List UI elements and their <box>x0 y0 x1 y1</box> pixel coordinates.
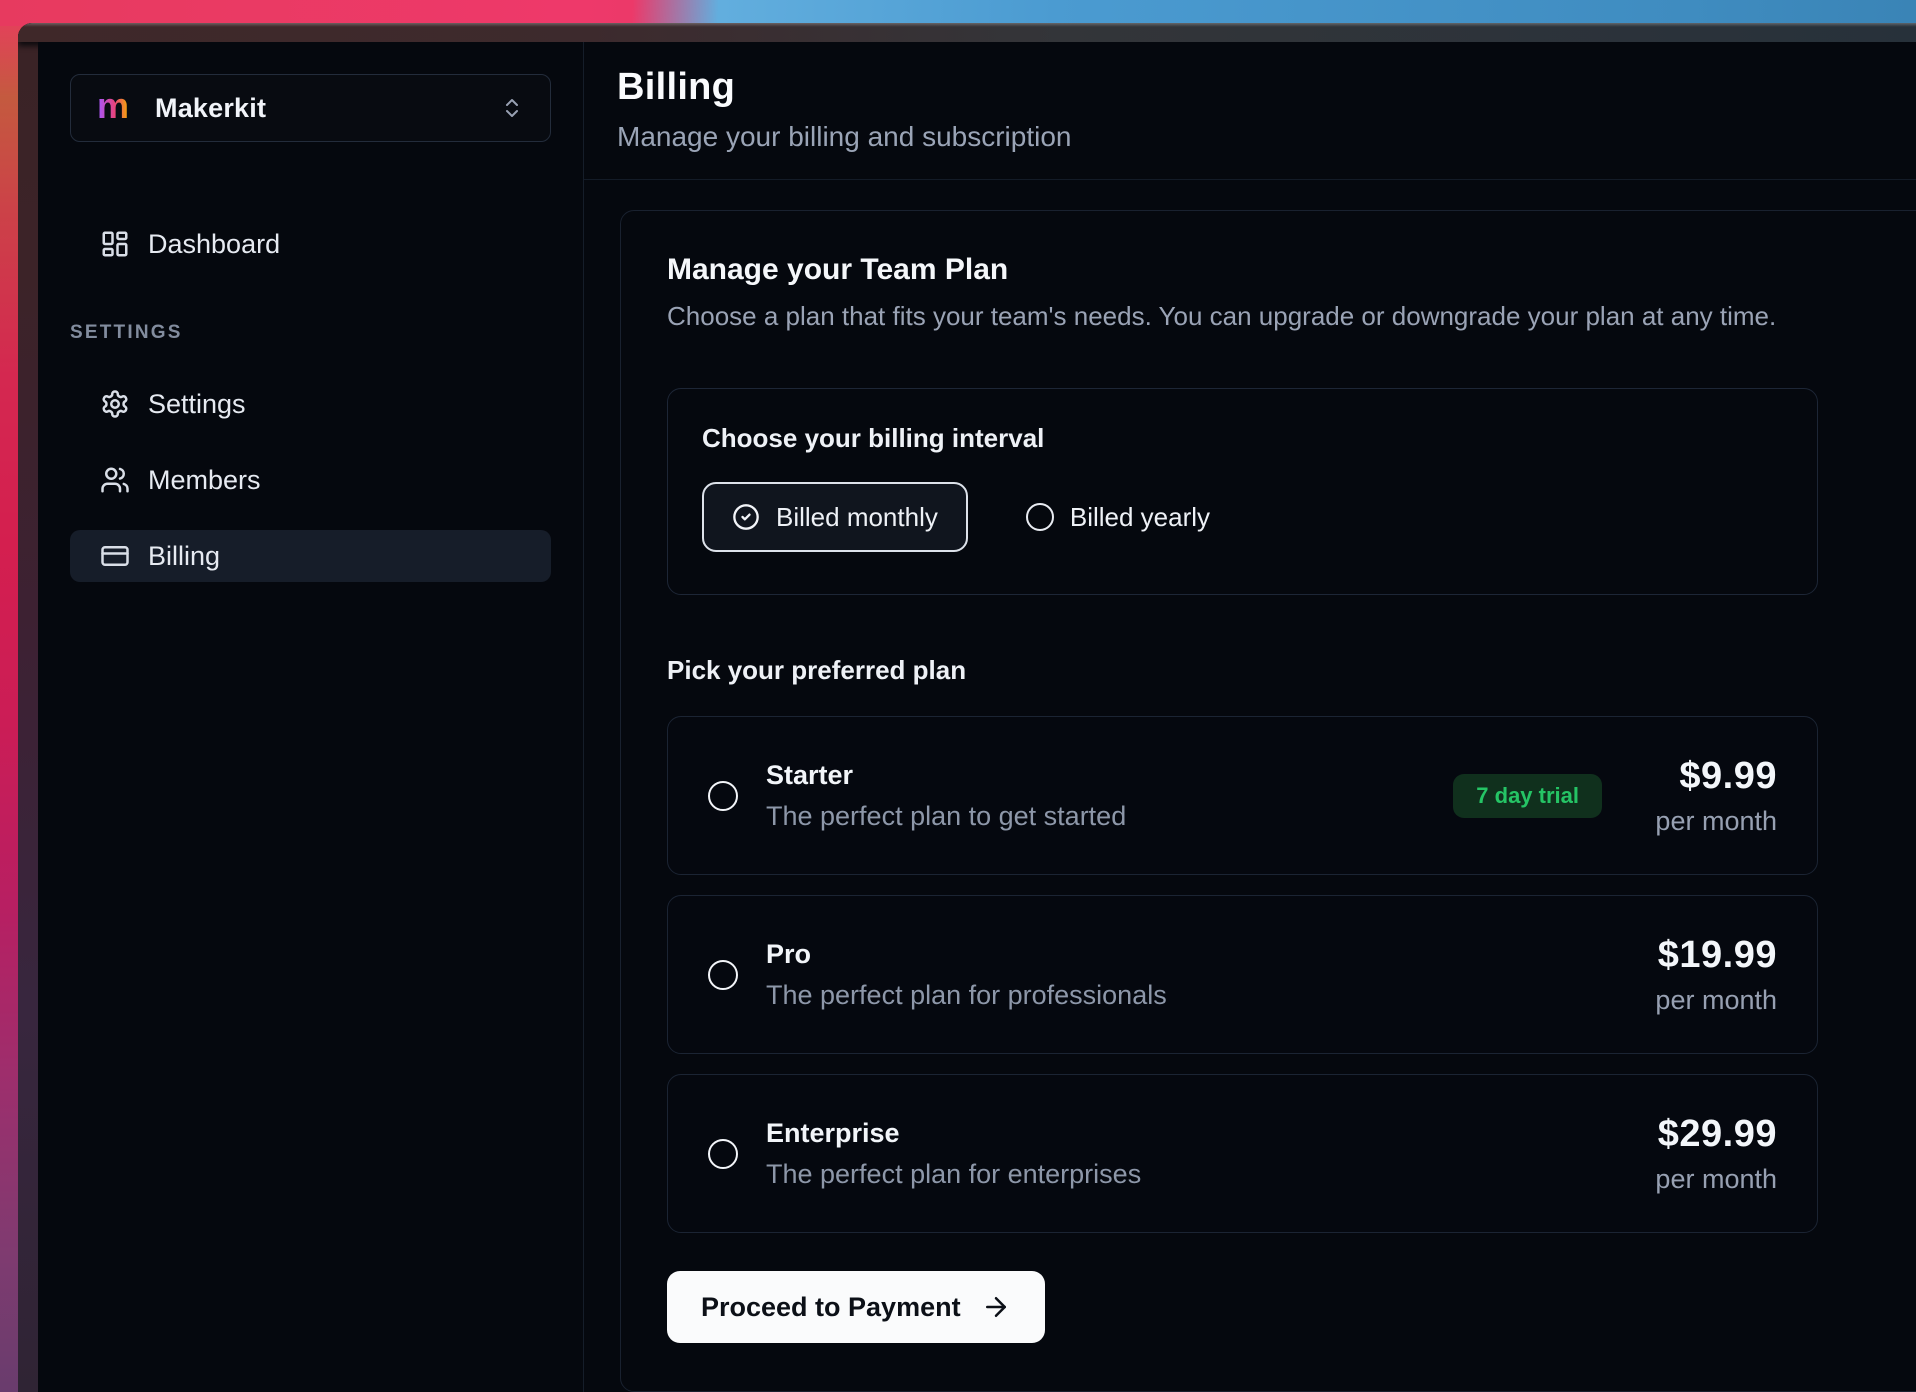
billing-interval-options: Billed monthly Billed yearly <box>702 482 1783 552</box>
sidebar-item-dashboard[interactable]: Dashboard <box>70 218 551 270</box>
plan-description: The perfect plan to get started <box>766 801 1126 832</box>
proceed-to-payment-label: Proceed to Payment <box>701 1292 961 1323</box>
chevrons-up-down-icon <box>500 96 524 120</box>
plan-name: Starter <box>766 760 1126 791</box>
page-content: Manage your Team Plan Choose a plan that… <box>584 180 1916 1392</box>
billed-monthly-option[interactable]: Billed monthly <box>702 482 968 552</box>
plan-period: per month <box>1642 806 1777 837</box>
plan-radio-enterprise[interactable] <box>708 1139 738 1169</box>
plan-pricing: $29.99 per month <box>1642 1113 1777 1195</box>
plan-row-pro[interactable]: Pro The perfect plan for professionals $… <box>667 895 1818 1054</box>
app-root: m Makerkit Dashboard <box>38 42 1916 1392</box>
team-plan-card: Manage your Team Plan Choose a plan that… <box>620 210 1916 1392</box>
layout-dashboard-icon <box>100 229 130 259</box>
sidebar-item-settings[interactable]: Settings <box>70 378 551 430</box>
credit-card-icon <box>100 541 130 571</box>
price-block: $29.99 per month <box>1642 1113 1777 1195</box>
plan-description: The perfect plan for enterprises <box>766 1159 1141 1190</box>
plan-price: $9.99 <box>1642 755 1777 798</box>
plan-price: $29.99 <box>1642 1113 1777 1156</box>
window-title-bar <box>18 23 1916 42</box>
workspace-name: Makerkit <box>155 93 266 124</box>
page-title: Billing <box>617 66 1876 109</box>
price-block: $9.99 per month <box>1642 755 1777 837</box>
plan-pricing: $19.99 per month <box>1642 934 1777 1016</box>
billed-yearly-label: Billed yearly <box>1070 502 1210 533</box>
billing-interval-group: Choose your billing interval Billed mont… <box>667 388 1818 595</box>
main-content: Billing Manage your billing and subscrip… <box>584 42 1916 1392</box>
circle-check-icon <box>732 503 760 531</box>
plan-row-enterprise[interactable]: Enterprise The perfect plan for enterpri… <box>667 1074 1818 1233</box>
users-icon <box>100 465 130 495</box>
sidebar-item-label: Dashboard <box>148 229 280 260</box>
sidebar-item-label: Members <box>148 465 261 496</box>
plan-description: The perfect plan for professionals <box>766 980 1167 1011</box>
plan-period: per month <box>1642 985 1777 1016</box>
plan-name: Enterprise <box>766 1118 1141 1149</box>
plan-period: per month <box>1642 1164 1777 1195</box>
plan-info: Starter The perfect plan to get started <box>766 760 1126 832</box>
window-left-edge <box>18 23 38 1392</box>
price-block: $19.99 per month <box>1642 934 1777 1016</box>
plan-radio-pro[interactable] <box>708 960 738 990</box>
plan-info: Pro The perfect plan for professionals <box>766 939 1167 1011</box>
plan-row-starter[interactable]: Starter The perfect plan to get started … <box>667 716 1818 875</box>
proceed-to-payment-button[interactable]: Proceed to Payment <box>667 1271 1045 1343</box>
sidebar-item-billing[interactable]: Billing <box>70 530 551 582</box>
sidebar-nav: Dashboard SETTINGS Settings <box>70 218 551 582</box>
pick-plan-label: Pick your preferred plan <box>667 655 1818 686</box>
billed-monthly-label: Billed monthly <box>776 502 938 533</box>
page-header: Billing Manage your billing and subscrip… <box>584 42 1916 180</box>
card-title: Manage your Team Plan <box>667 253 1916 287</box>
sidebar-item-label: Billing <box>148 541 220 572</box>
makerkit-logo: m <box>97 88 129 124</box>
app-window: m Makerkit Dashboard <box>18 23 1916 1392</box>
plan-pricing: 7 day trial $9.99 per month <box>1453 755 1777 837</box>
plan-radio-starter[interactable] <box>708 781 738 811</box>
gear-icon <box>100 389 130 419</box>
card-subtitle: Choose a plan that fits your team's need… <box>667 301 1916 332</box>
billed-yearly-option[interactable]: Billed yearly <box>1026 502 1210 533</box>
plan-name: Pro <box>766 939 1167 970</box>
arrow-right-icon <box>981 1292 1011 1322</box>
sidebar-section-settings: SETTINGS <box>70 322 551 344</box>
radio-circle-icon <box>1026 503 1054 531</box>
billing-interval-label: Choose your billing interval <box>702 423 1783 454</box>
workspace-selector[interactable]: m Makerkit <box>70 74 551 142</box>
sidebar-item-members[interactable]: Members <box>70 454 551 506</box>
sidebar: m Makerkit Dashboard <box>38 42 584 1392</box>
page-subtitle: Manage your billing and subscription <box>617 121 1876 153</box>
plan-info: Enterprise The perfect plan for enterpri… <box>766 1118 1141 1190</box>
plan-price: $19.99 <box>1642 934 1777 977</box>
sidebar-item-label: Settings <box>148 389 246 420</box>
trial-badge: 7 day trial <box>1453 774 1602 818</box>
